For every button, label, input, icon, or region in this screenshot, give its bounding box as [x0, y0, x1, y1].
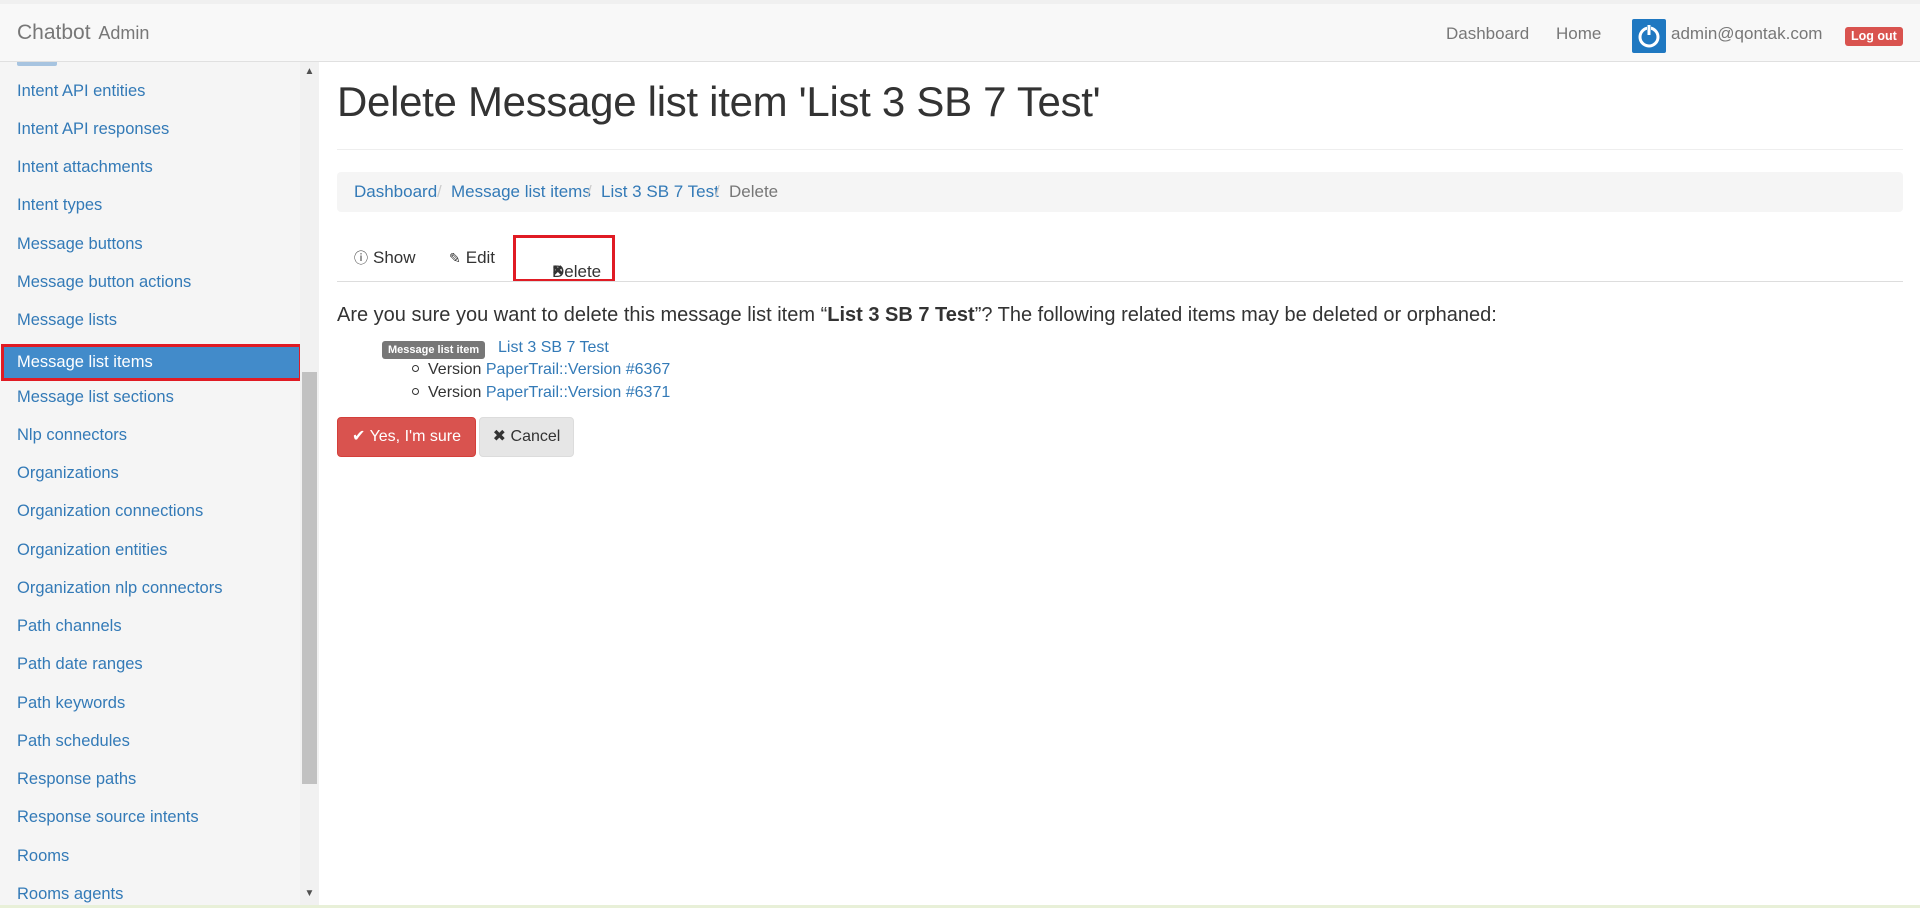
user-email[interactable]: admin@qontak.com	[1671, 24, 1822, 44]
tab-label: Delete	[552, 262, 602, 281]
sidebar-item-organizations[interactable]: Organizations	[17, 464, 119, 483]
avatar[interactable]	[1632, 19, 1666, 53]
breadcrumb-message-list-items[interactable]: Message list items	[451, 182, 591, 202]
version-link[interactable]: PaperTrail::Version #6371	[486, 384, 670, 401]
sidebar-item-rooms[interactable]: Rooms	[17, 847, 69, 866]
sidebar-item-organization-nlp-connectors[interactable]: Organization nlp connectors	[17, 579, 222, 598]
question-suffix: ”? The following related items may be de…	[974, 304, 1497, 326]
sidebar-item-response-source-intents[interactable]: Response source intents	[17, 808, 199, 827]
scrollbar-thumb[interactable]	[302, 372, 317, 784]
tab-show[interactable]: ⓘ Show	[354, 236, 416, 282]
breadcrumb-current: Delete	[729, 182, 779, 201]
nav-home-link[interactable]: Home	[1556, 24, 1601, 44]
sidebar-item-message-lists[interactable]: Message lists	[17, 311, 117, 330]
tab-label: Edit	[465, 248, 496, 267]
brand-subtitle: Admin	[98, 23, 150, 43]
sidebar-item-rooms-agents[interactable]: Rooms agents	[17, 885, 123, 904]
sidebar-item-intent-attachments[interactable]: Intent attachments	[17, 158, 153, 177]
sidebar-item-organization-connections[interactable]: Organization connections	[17, 502, 203, 521]
breadcrumb-item[interactable]: List 3 SB 7 Test	[601, 182, 719, 202]
sidebar-item-intent-api-responses[interactable]: Intent API responses	[17, 120, 169, 139]
logout-button[interactable]: Log out	[1845, 27, 1903, 46]
cancel-label: Cancel	[510, 428, 561, 445]
bullet-icon	[412, 365, 419, 372]
sidebar-item-message-buttons[interactable]: Message buttons	[17, 235, 143, 254]
scroll-down-icon[interactable]: ▼	[300, 888, 319, 899]
breadcrumb-separator: /	[715, 182, 720, 201]
sidebar-item-path-schedules[interactable]: Path schedules	[17, 732, 130, 751]
sidebar: Intent API entities Intent API responses…	[0, 62, 300, 908]
sidebar-item-label: Message list items	[17, 353, 153, 371]
nav-dashboard-link[interactable]: Dashboard	[1446, 24, 1529, 44]
check-icon: ✔	[352, 428, 366, 445]
list-item: Version PaperTrail::Version #6371	[412, 384, 670, 402]
tab-delete[interactable]: ✖ Delete	[513, 235, 615, 282]
confirmation-question: Are you sure you want to delete this mes…	[337, 304, 1497, 327]
sidebar-item-intent-types[interactable]: Intent types	[17, 196, 102, 215]
breadcrumb-dashboard[interactable]: Dashboard	[354, 182, 437, 202]
sidebar-scrollbar[interactable]: ▲ ▼	[300, 62, 319, 908]
power-icon	[1638, 24, 1660, 48]
top-navbar: Chatbot Admin Dashboard Home admin@qonta…	[0, 0, 1920, 62]
sidebar-item-path-keywords[interactable]: Path keywords	[17, 694, 125, 713]
sidebar-item-path-date-ranges[interactable]: Path date ranges	[17, 655, 143, 674]
sidebar-clipped-item	[17, 62, 57, 66]
tab-edit[interactable]: ✎ Edit	[449, 236, 495, 282]
sidebar-item-intent-api-entities[interactable]: Intent API entities	[17, 82, 145, 101]
page-title: Delete Message list item 'List 3 SB 7 Te…	[337, 78, 1101, 125]
confirm-delete-button[interactable]: ✔ Yes, I'm sure	[337, 417, 476, 457]
sidebar-item-message-list-items[interactable]: Message list items	[1, 344, 300, 381]
sidebar-item-organization-entities[interactable]: Organization entities	[17, 541, 167, 560]
cancel-button[interactable]: ✖ Cancel	[479, 417, 574, 457]
sidebar-item-path-channels[interactable]: Path channels	[17, 617, 122, 636]
type-badge: Message list item	[382, 341, 486, 359]
version-link[interactable]: PaperTrail::Version #6367	[486, 361, 670, 378]
pencil-icon: ✎	[449, 250, 461, 266]
sidebar-item-response-paths[interactable]: Response paths	[17, 770, 136, 789]
question-item-name: List 3 SB 7 Test	[827, 304, 975, 326]
version-prefix: Version	[428, 361, 482, 378]
breadcrumb: Dashboard / Message list items / List 3 …	[337, 172, 1903, 212]
sidebar-item-nlp-connectors[interactable]: Nlp connectors	[17, 426, 127, 445]
brand[interactable]: Chatbot Admin	[17, 21, 149, 45]
times-icon: ✖	[492, 428, 507, 445]
sidebar-item-message-button-actions[interactable]: Message button actions	[17, 273, 191, 292]
tabs-divider	[337, 281, 1903, 282]
title-divider	[337, 149, 1903, 150]
scroll-up-icon[interactable]: ▲	[300, 66, 319, 77]
brand-title: Chatbot	[17, 21, 91, 44]
question-prefix: Are you sure you want to delete this mes…	[337, 304, 828, 326]
related-item-link[interactable]: List 3 SB 7 Test	[498, 339, 609, 357]
confirm-label: Yes, I'm sure	[369, 428, 461, 445]
version-prefix: Version	[428, 384, 482, 401]
info-circle-icon: ⓘ	[354, 250, 368, 266]
breadcrumb-separator: /	[437, 182, 442, 201]
breadcrumb-separator: /	[587, 182, 592, 201]
bullet-icon	[412, 388, 419, 395]
sidebar-item-message-list-sections[interactable]: Message list sections	[17, 388, 174, 407]
tab-label: Show	[373, 248, 416, 267]
list-item: Version PaperTrail::Version #6367	[412, 361, 670, 379]
